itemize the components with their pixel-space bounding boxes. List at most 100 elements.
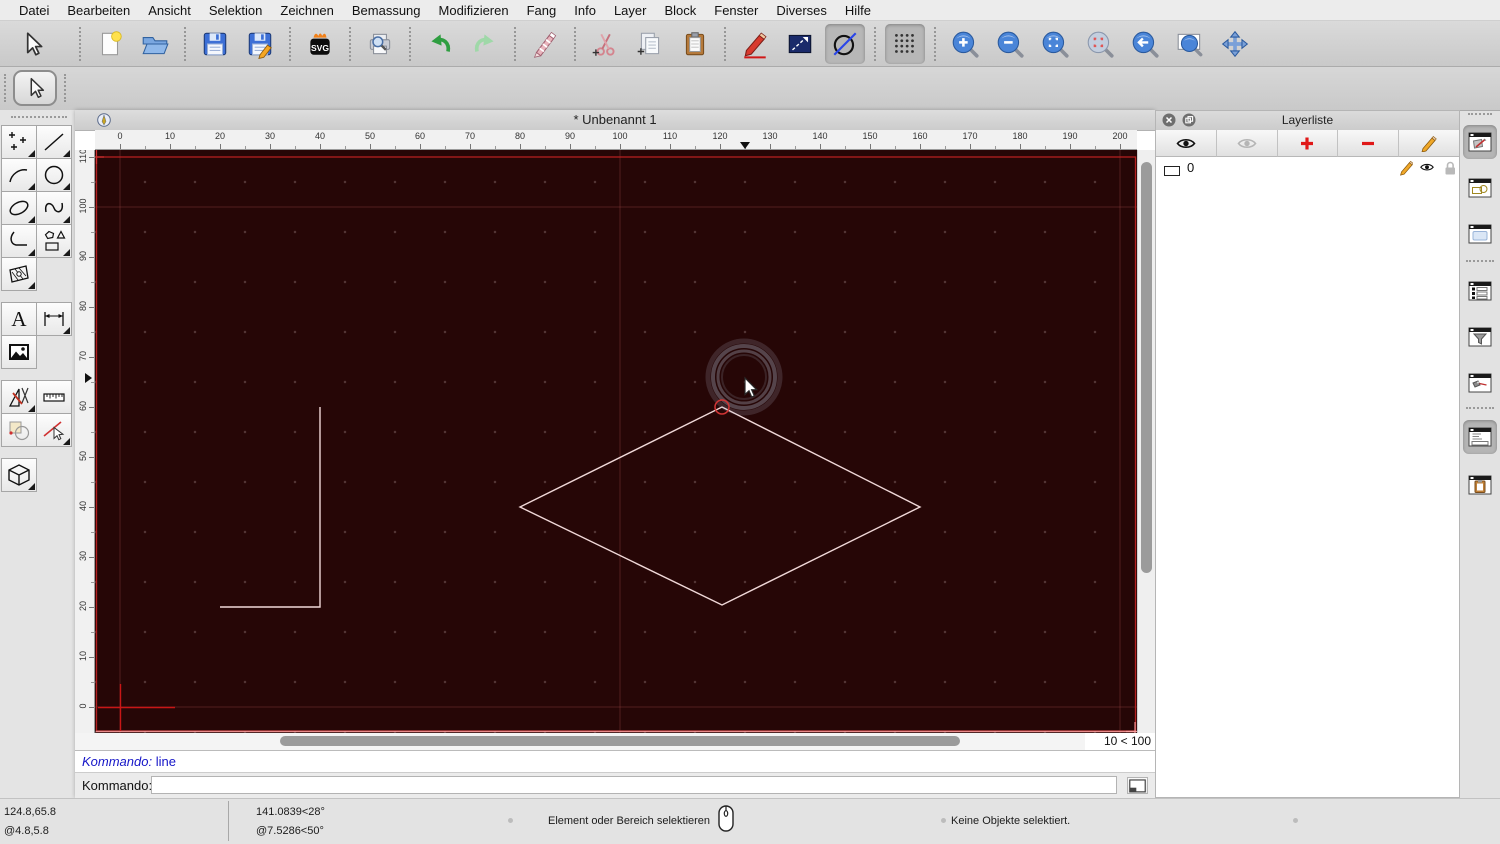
previous-view-button[interactable] bbox=[1125, 24, 1165, 64]
delete-button[interactable] bbox=[525, 24, 565, 64]
menu-bearbeiten[interactable]: Bearbeiten bbox=[58, 3, 139, 18]
drawing-preferences-button[interactable] bbox=[735, 24, 775, 64]
dock-selection-filter-button[interactable] bbox=[1463, 320, 1497, 354]
edit-layer-button[interactable] bbox=[1399, 130, 1459, 157]
dock-view-tools-button[interactable] bbox=[1463, 366, 1497, 400]
add-layer-button[interactable] bbox=[1277, 130, 1339, 157]
dock-command-line-button[interactable] bbox=[1463, 420, 1497, 454]
tool-cad-tools-button[interactable] bbox=[1, 380, 37, 414]
svg-export-button[interactable]: SVG bbox=[300, 24, 340, 64]
tool-measure-button[interactable] bbox=[36, 380, 72, 414]
mouse-cursor bbox=[744, 376, 759, 398]
layer-visibility-icon[interactable] bbox=[1419, 160, 1435, 176]
tool-block-3d-button[interactable] bbox=[1, 458, 37, 492]
close-panel-icon[interactable] bbox=[1162, 113, 1176, 127]
vruler-minor-tick bbox=[91, 532, 94, 533]
grid-icon bbox=[895, 33, 914, 53]
vertical-scrollbar-thumb[interactable] bbox=[1141, 162, 1152, 573]
zoom-selection-button[interactable] bbox=[1080, 24, 1120, 64]
new-document-button[interactable] bbox=[90, 24, 130, 64]
select-tool-button[interactable] bbox=[12, 24, 52, 64]
tool-polyline-button[interactable] bbox=[1, 224, 37, 258]
menu-datei[interactable]: Datei bbox=[10, 3, 58, 18]
show-all-layers-button[interactable] bbox=[1156, 130, 1217, 157]
layer-lock-icon[interactable] bbox=[1442, 160, 1458, 176]
cut-button[interactable] bbox=[585, 24, 625, 64]
detach-panel-icon[interactable] bbox=[1182, 113, 1196, 127]
copy-button[interactable] bbox=[630, 24, 670, 64]
menu-ansicht[interactable]: Ansicht bbox=[139, 3, 200, 18]
zoom-out-button[interactable] bbox=[990, 24, 1030, 64]
tool-circle-button[interactable] bbox=[36, 158, 72, 192]
dock-block-list-button[interactable] bbox=[1463, 171, 1497, 205]
tool-image-button[interactable] bbox=[1, 335, 37, 369]
tool-spline-button[interactable] bbox=[36, 191, 72, 225]
menu-selektion[interactable]: Selektion bbox=[200, 3, 271, 18]
vertical-scrollbar[interactable] bbox=[1137, 150, 1155, 733]
save-button[interactable] bbox=[195, 24, 235, 64]
undo-button[interactable] bbox=[420, 24, 460, 64]
pan-button[interactable] bbox=[1215, 24, 1255, 64]
hruler-tick bbox=[470, 144, 471, 149]
open-file-button[interactable] bbox=[135, 24, 175, 64]
menu-fang[interactable]: Fang bbox=[518, 3, 566, 18]
menu-fenster[interactable]: Fenster bbox=[705, 3, 767, 18]
grid-toggle-button[interactable] bbox=[885, 23, 925, 64]
horizontal-scrollbar[interactable]: 10 < 100 bbox=[75, 733, 1155, 750]
tool-text-button[interactable]: A bbox=[1, 302, 37, 336]
dock-clipboard-viewer-button[interactable] bbox=[1463, 468, 1497, 502]
tool-line-button[interactable] bbox=[36, 125, 72, 159]
drawing-canvas[interactable] bbox=[95, 150, 1137, 733]
command-window-icon bbox=[1468, 427, 1492, 447]
tool-arc-button[interactable] bbox=[1, 158, 37, 192]
dock-layer-list-button[interactable] bbox=[1463, 125, 1497, 159]
tool-modify-selection-button[interactable] bbox=[36, 413, 72, 447]
hide-all-layers-button[interactable] bbox=[1216, 130, 1278, 157]
dock-separator bbox=[1466, 260, 1494, 262]
menu-hilfe[interactable]: Hilfe bbox=[836, 3, 880, 18]
save-as-icon bbox=[248, 32, 272, 59]
hruler-minor-tick bbox=[945, 146, 946, 149]
zoom-window-button[interactable] bbox=[1170, 24, 1210, 64]
hruler-label: 160 bbox=[912, 131, 928, 141]
tool-options-toolbar bbox=[0, 67, 1500, 111]
redo-button[interactable] bbox=[465, 24, 505, 64]
edit-layer-icon[interactable] bbox=[1397, 160, 1414, 176]
current-tool-button[interactable] bbox=[13, 70, 57, 106]
line-settings-button[interactable] bbox=[780, 24, 820, 64]
relative-coordinate: @4.8,5.8 bbox=[4, 825, 49, 837]
menu-zeichnen[interactable]: Zeichnen bbox=[271, 3, 342, 18]
tool-shapes-button[interactable] bbox=[36, 224, 72, 258]
menu-bemassung[interactable]: Bemassung bbox=[343, 3, 430, 18]
pointer-icon bbox=[26, 31, 43, 56]
tool-modify-button[interactable] bbox=[1, 413, 37, 447]
menu-block[interactable]: Block bbox=[655, 3, 705, 18]
toolbar-drag-handle bbox=[64, 74, 66, 102]
menu-info[interactable]: Info bbox=[565, 3, 605, 18]
layer-row[interactable]: 0 bbox=[1156, 157, 1459, 179]
paste-button[interactable] bbox=[675, 24, 715, 64]
vruler-label: 60 bbox=[78, 401, 88, 412]
vruler-tick bbox=[89, 507, 94, 508]
save-as-button[interactable] bbox=[240, 24, 280, 64]
dock-library-browser-button[interactable] bbox=[1463, 217, 1497, 251]
tool-ellipse-button[interactable] bbox=[1, 191, 37, 225]
tool-hatch-button[interactable] bbox=[1, 257, 37, 291]
remove-layer-button[interactable] bbox=[1338, 130, 1400, 157]
draft-mode-button[interactable] bbox=[825, 23, 865, 64]
tool-points-button[interactable] bbox=[1, 125, 37, 159]
zoom-in-button[interactable] bbox=[945, 24, 985, 64]
dock-property-editor-button[interactable] bbox=[1463, 274, 1497, 308]
horizontal-scrollbar-thumb[interactable] bbox=[280, 736, 960, 746]
auto-zoom-button[interactable] bbox=[1035, 24, 1075, 64]
command-input[interactable] bbox=[151, 776, 1117, 794]
command-window-toggle-button[interactable] bbox=[1127, 777, 1148, 794]
auto-zoom-icon bbox=[1042, 31, 1069, 58]
tool-dimension-button[interactable] bbox=[36, 302, 72, 336]
menu-modifizieren[interactable]: Modifizieren bbox=[430, 3, 518, 18]
menu-layer[interactable]: Layer bbox=[605, 3, 656, 18]
new-document-icon bbox=[101, 30, 122, 55]
menu-diverses[interactable]: Diverses bbox=[767, 3, 836, 18]
vruler-label: 80 bbox=[78, 301, 88, 312]
print-preview-button[interactable] bbox=[360, 24, 400, 64]
